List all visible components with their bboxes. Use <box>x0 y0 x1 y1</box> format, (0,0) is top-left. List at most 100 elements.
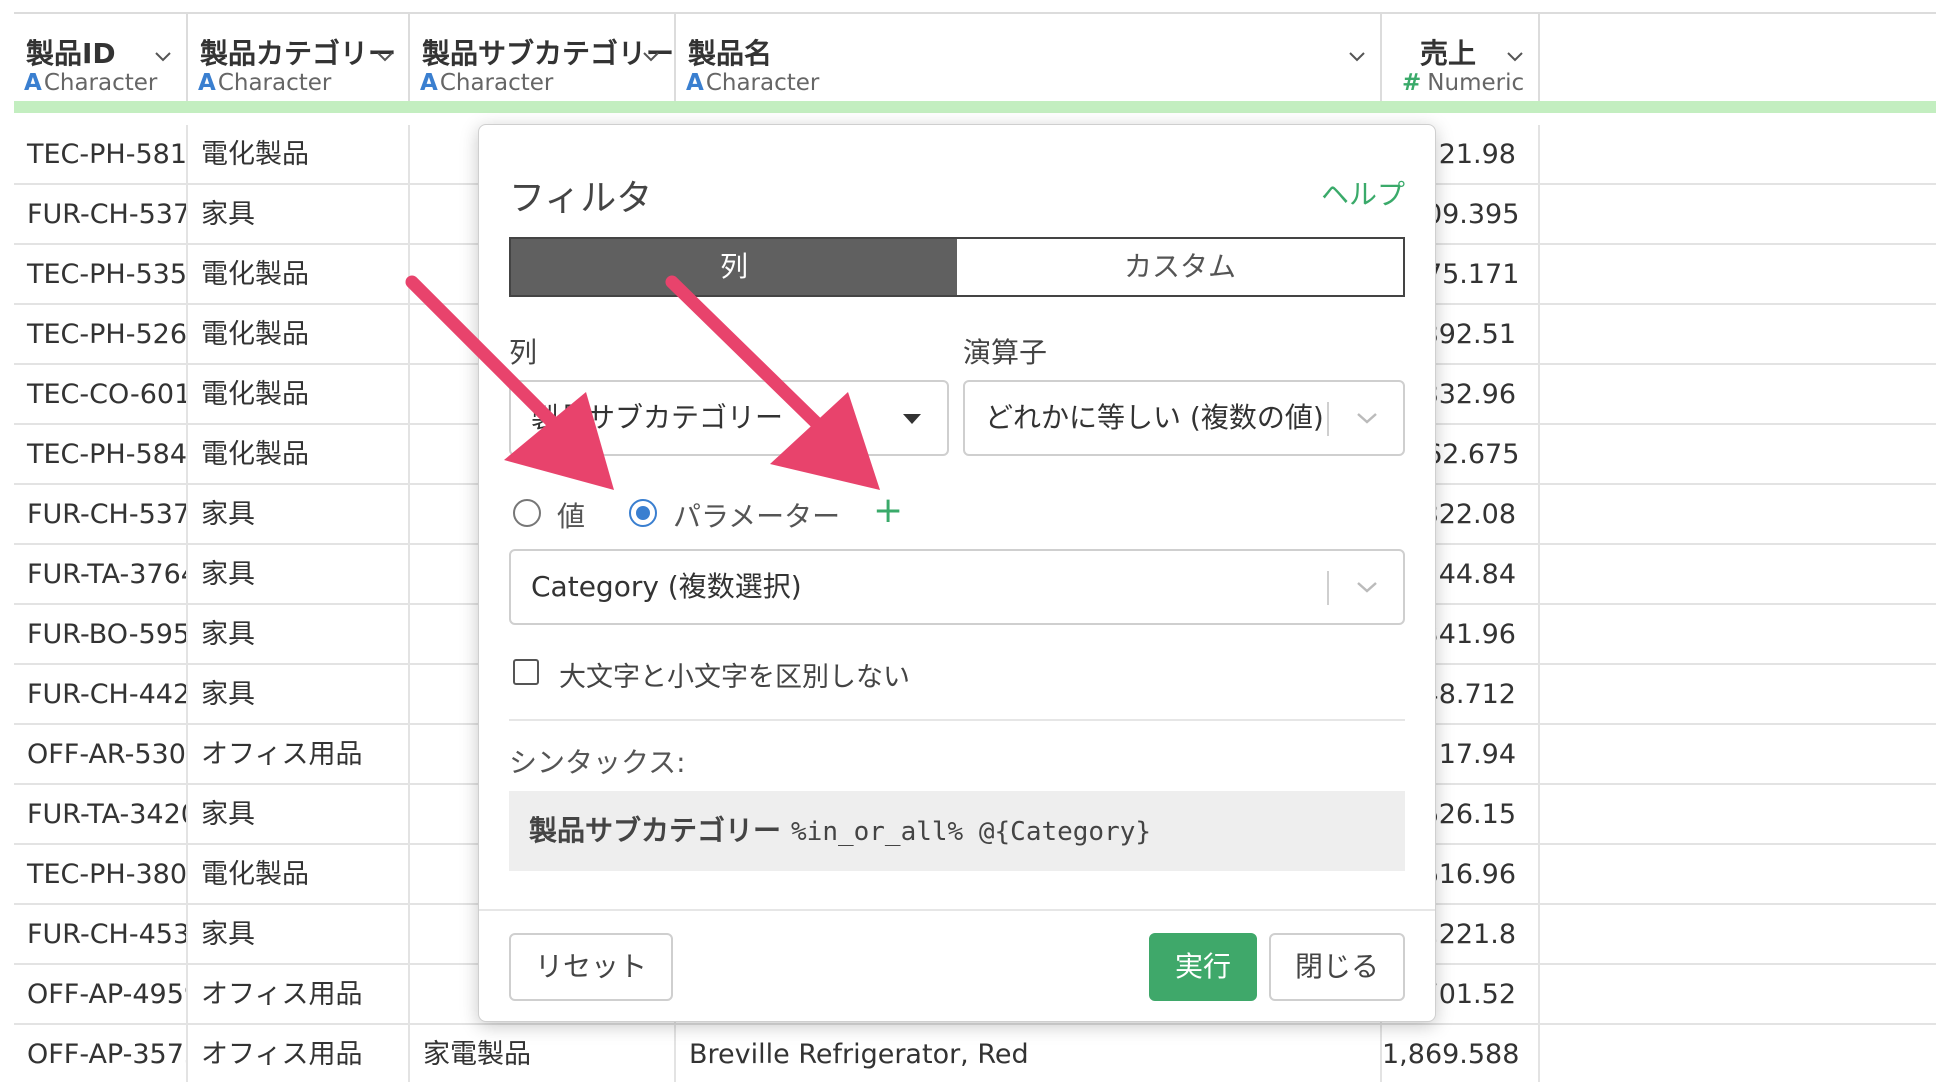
cell-product-id: OFF-AR-5309 <box>14 725 188 785</box>
tab-custom[interactable]: カスタム <box>957 239 1403 295</box>
cell-partial <box>1540 905 1936 965</box>
column-name: 製品カテゴリー <box>200 37 397 70</box>
cell-product-id: TEC-CO-6011 <box>14 365 188 425</box>
column-select-value: 製品サブカテゴリー <box>531 401 784 434</box>
chevron-down-icon <box>1357 582 1377 593</box>
cell-partial <box>1540 605 1936 665</box>
cell-product-id: TEC-PH-5842 <box>14 425 188 485</box>
cell-partial <box>1540 1025 1936 1082</box>
cell-partial <box>1540 965 1936 1025</box>
character-type-icon: A <box>686 70 704 96</box>
footer-divider <box>479 909 1435 911</box>
cell-partial <box>1540 665 1936 725</box>
syntax-preview: 製品サブカテゴリー %in_or_all% @{Category} <box>509 791 1405 871</box>
column-type: ACharacter <box>420 70 554 96</box>
cell-product-category: 家具 <box>188 485 410 545</box>
cell-product-category: オフィス用品 <box>188 965 410 1025</box>
cell-product-category: オフィス用品 <box>188 1025 410 1082</box>
parameter-select[interactable]: Category (複数選択) <box>509 549 1405 625</box>
operator-label: 演算子 <box>963 336 1048 369</box>
syntax-column: 製品サブカテゴリー <box>529 814 782 847</box>
case-insensitive-label: 大文字と小文字を区別しない <box>559 662 910 693</box>
divider <box>509 719 1405 721</box>
column-header-product-category[interactable]: 製品カテゴリー ACharacter <box>188 12 410 103</box>
character-type-icon: A <box>24 70 42 96</box>
cell-product-category: 家具 <box>188 545 410 605</box>
column-type: ACharacter <box>24 70 158 96</box>
column-name: 製品サブカテゴリー <box>422 37 675 70</box>
cell-partial <box>1540 725 1936 785</box>
reset-button[interactable]: リセット <box>509 933 673 1001</box>
cell-partial <box>1540 425 1936 485</box>
chevron-down-icon[interactable] <box>1506 48 1524 66</box>
chevron-down-icon[interactable] <box>642 48 660 66</box>
cell-product-name: Breville Refrigerator, Red <box>676 1025 1382 1082</box>
select-divider <box>1327 571 1329 605</box>
cell-partial <box>1540 365 1936 425</box>
chevron-down-icon[interactable] <box>154 48 172 66</box>
cell-product-id: TEC-PH-3807 <box>14 845 188 905</box>
column-type: ACharacter <box>686 70 820 96</box>
close-button[interactable]: 閉じる <box>1269 933 1405 1001</box>
case-insensitive-checkbox[interactable] <box>513 659 539 685</box>
add-parameter-icon[interactable]: + <box>873 493 903 529</box>
cell-partial <box>1540 545 1936 605</box>
column-header-product-subcategory[interactable]: 製品サブカテゴリー ACharacter <box>410 12 676 103</box>
column-quality-bar <box>14 101 1936 113</box>
cell-product-id: FUR-CH-5378 <box>14 485 188 545</box>
cell-product-category: 電化製品 <box>188 425 410 485</box>
tab-column[interactable]: 列 <box>511 239 957 295</box>
column-name: 製品ID <box>26 37 116 70</box>
cell-partial <box>1540 845 1936 905</box>
cell-product-category: 電化製品 <box>188 125 410 185</box>
radio-value-label: 値 <box>557 500 586 533</box>
column-header-product-name[interactable]: 製品名 ACharacter <box>676 12 1382 103</box>
dialog-title: フィルタ <box>509 178 653 219</box>
cell-product-id: TEC-PH-5356 <box>14 245 188 305</box>
column-header-partial <box>1540 12 1936 103</box>
cell-product-category: 電化製品 <box>188 845 410 905</box>
radio-parameter[interactable] <box>629 499 657 527</box>
cell-product-id: FUR-BO-5957 <box>14 605 188 665</box>
column-name: 売上 <box>1419 37 1476 70</box>
cell-product-category: 電化製品 <box>188 365 410 425</box>
cell-sales: 1,869.588 <box>1382 1025 1540 1082</box>
operator-select-value: どれかに等しい (複数の値) <box>985 401 1324 434</box>
table-row[interactable]: OFF-AP-3575 オフィス用品 家電製品 Breville Refrigerat… <box>14 1025 1936 1082</box>
cell-product-id: OFF-AP-3575 <box>14 1025 188 1082</box>
operator-select[interactable]: どれかに等しい (複数の値) <box>963 380 1405 456</box>
syntax-label: シンタックス: <box>509 746 686 779</box>
radio-parameter-label: パラメーター <box>673 500 841 533</box>
chevron-down-icon <box>1357 413 1377 424</box>
cell-product-id: TEC-PH-5816 <box>14 125 188 185</box>
cell-product-id: FUR-TA-3764 <box>14 545 188 605</box>
character-type-icon: A <box>198 70 216 96</box>
cell-partial <box>1540 485 1936 545</box>
parameter-select-value: Category (複数選択) <box>531 570 802 603</box>
cell-partial <box>1540 305 1936 365</box>
run-button[interactable]: 実行 <box>1149 933 1257 1001</box>
help-link[interactable]: ヘルプ <box>1321 173 1405 213</box>
cell-product-id: FUR-CH-4530 <box>14 905 188 965</box>
cell-product-category: 家具 <box>188 185 410 245</box>
cell-product-id: TEC-PH-5267 <box>14 305 188 365</box>
select-divider <box>1327 402 1329 436</box>
column-header-sales[interactable]: 売上 # Numeric <box>1382 12 1540 103</box>
column-label: 列 <box>509 336 538 369</box>
character-type-icon: A <box>420 70 438 96</box>
column-header-product-id[interactable]: 製品ID ACharacter <box>14 12 188 103</box>
chevron-down-icon[interactable] <box>376 48 394 66</box>
filter-dialog: フィルタ ヘルプ 列 カスタム 列 演算子 製品サブカテゴリー どれかに等しい … <box>478 124 1436 1022</box>
cell-product-category: 家具 <box>188 905 410 965</box>
cell-product-id: FUR-CH-5379 <box>14 185 188 245</box>
chevron-down-icon[interactable] <box>1348 48 1366 66</box>
column-select[interactable]: 製品サブカテゴリー <box>509 380 949 456</box>
cell-product-category: 電化製品 <box>188 245 410 305</box>
cell-partial <box>1540 125 1936 185</box>
numeric-type-icon: # <box>1402 70 1422 96</box>
radio-value[interactable] <box>513 499 541 527</box>
cell-product-category: 家具 <box>188 665 410 725</box>
cell-partial <box>1540 185 1936 245</box>
cell-product-id: OFF-AP-4959 <box>14 965 188 1025</box>
cell-product-category: 家具 <box>188 785 410 845</box>
